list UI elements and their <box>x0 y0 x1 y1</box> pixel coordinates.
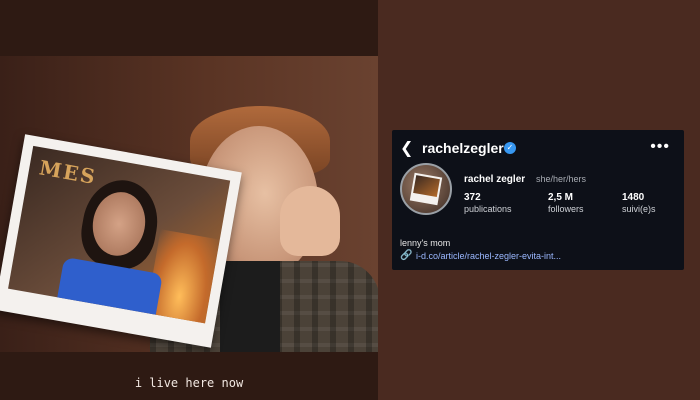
stat-value: 372 <box>464 192 481 203</box>
poster-text: MES <box>37 155 99 190</box>
more-options-icon[interactable]: ••• <box>650 138 670 156</box>
hand <box>280 186 340 256</box>
instagram-profile-card: ❮ rachelzegler ✓ ••• rachel zegler she/h… <box>392 130 684 270</box>
pronouns: she/her/hers <box>536 174 587 184</box>
story-panel: MES i live here now <box>0 0 378 400</box>
chevron-left-icon[interactable]: ❮ <box>400 141 414 157</box>
stat-label: publications <box>464 204 512 214</box>
polaroid-photo: MES <box>0 134 242 348</box>
profile-username: rachelzegler <box>422 140 504 156</box>
profile-header: ❮ rachelzegler ✓ ••• <box>392 138 684 162</box>
story-photo: MES <box>0 56 378 352</box>
verified-badge-icon: ✓ <box>504 142 516 154</box>
polaroid-image: MES <box>8 145 231 324</box>
link-icon: 🔗 <box>400 250 413 261</box>
stat-label: followers <box>548 204 584 214</box>
profile-avatar[interactable] <box>400 163 452 215</box>
avatar-polaroid <box>409 172 443 206</box>
story-caption: i live here now <box>134 376 244 390</box>
profile-link[interactable]: 🔗 i-d.co/article/rachel-zegler-evita-int… <box>400 250 670 262</box>
stat-following[interactable]: 1480 suivi(e)s <box>622 192 656 214</box>
avatar-polaroid-image <box>413 175 440 197</box>
stat-label: suivi(e)s <box>622 204 656 214</box>
stat-value: 1480 <box>622 192 645 203</box>
stat-value: 2,5 M <box>548 192 574 203</box>
display-name: rachel zegler <box>464 174 526 185</box>
stat-publications[interactable]: 372 publications <box>464 192 512 214</box>
blue-dress <box>55 256 163 324</box>
profile-link-text[interactable]: i-d.co/article/rachel-zegler-evita-int..… <box>416 251 666 261</box>
shirt <box>220 261 280 352</box>
profile-bio: lenny's mom <box>400 238 451 248</box>
stat-followers[interactable]: 2,5 M followers <box>548 192 584 214</box>
